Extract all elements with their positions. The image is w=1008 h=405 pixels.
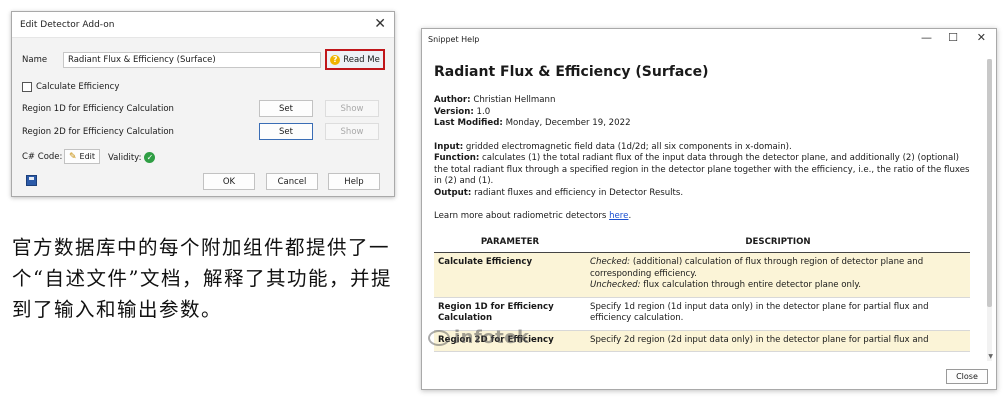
name-row: Name bbox=[22, 55, 47, 65]
calculate-efficiency-label: Calculate Efficiency bbox=[36, 82, 120, 92]
desc-column-header: DESCRIPTION bbox=[586, 232, 970, 253]
read-me-label: Read Me bbox=[343, 54, 380, 65]
param-desc: Checked: (additional) calculation of flu… bbox=[586, 252, 970, 298]
version-line: Version: 1.0 bbox=[434, 107, 974, 119]
version-value: 1.0 bbox=[476, 106, 491, 117]
region-1d-show-button[interactable]: Show bbox=[325, 100, 379, 117]
region-2d-label: Region 2D for Efficiency Calculation bbox=[22, 127, 174, 137]
scroll-down-icon[interactable]: ▼ bbox=[988, 353, 993, 360]
edit-label: Edit bbox=[79, 152, 96, 161]
table-row: Calculate Efficiency Checked: (additiona… bbox=[434, 252, 970, 298]
param-desc: Specify 1d region (1d input data only) i… bbox=[586, 297, 970, 331]
vertical-scrollbar[interactable] bbox=[987, 59, 992, 361]
author-label: Author: bbox=[434, 95, 471, 105]
validity-label: Validity: bbox=[108, 152, 142, 163]
param-name: Region 1D for Efficiency Calculation bbox=[434, 297, 586, 331]
checked-desc: (additional) calculation of flux through… bbox=[590, 257, 924, 279]
modified-line: Last Modified: Monday, December 19, 2022 bbox=[434, 118, 974, 130]
input-line: Input: gridded electromagnetic field dat… bbox=[434, 142, 974, 154]
close-window-icon[interactable]: ✕ bbox=[977, 31, 986, 44]
region-1d-label: Region 1D for Efficiency Calculation bbox=[22, 104, 174, 114]
output-value: radiant fluxes and efficiency in Detecto… bbox=[474, 187, 684, 198]
validity-row: Validity: ✓ bbox=[108, 152, 156, 163]
param-desc: Specify 2d region (2d input data only) i… bbox=[586, 330, 970, 352]
watermark-text: infotek bbox=[454, 327, 530, 348]
save-icon[interactable] bbox=[26, 175, 37, 186]
param-column-header: PARAMETER bbox=[434, 232, 586, 253]
checked-label: Checked: bbox=[590, 257, 631, 267]
check-icon: ✓ bbox=[144, 152, 156, 163]
author-value: Christian Hellmann bbox=[473, 95, 556, 105]
name-label: Name bbox=[22, 55, 48, 65]
region-2d-set-button[interactable]: Set bbox=[259, 123, 313, 140]
region-1d-set-button[interactable]: Set bbox=[259, 100, 313, 117]
input-value: gridded electromagnetic field data (1d/2… bbox=[465, 141, 792, 152]
help-window-title: Snippet Help bbox=[428, 34, 480, 44]
unchecked-desc: flux calculation through entire detector… bbox=[643, 280, 861, 290]
scrollbar-thumb[interactable] bbox=[987, 59, 992, 307]
dialog-title: Edit Detector Add-on bbox=[20, 19, 115, 30]
close-icon[interactable]: ✕ bbox=[374, 16, 386, 32]
learn-more-line: Learn more about radiometric detectors h… bbox=[434, 211, 974, 223]
read-me-button[interactable]: ? Read Me bbox=[325, 49, 385, 70]
learn-more-text: Learn more about radiometric detectors bbox=[434, 211, 607, 221]
region-1d-row: Region 1D for Efficiency Calculation bbox=[22, 104, 174, 114]
region-2d-show-button[interactable]: Show bbox=[325, 123, 379, 140]
csharp-label: C# Code: bbox=[22, 152, 63, 162]
output-line: Output: radiant fluxes and efficiency in… bbox=[434, 188, 974, 200]
chat-bubble-icon bbox=[428, 329, 450, 346]
edit-code-button[interactable]: ✎ Edit bbox=[64, 149, 100, 164]
caption-text: 官方数据库中的每个附加组件都提供了一个“自述文件”文档，解释了其功能，并提到了输… bbox=[12, 236, 392, 321]
help-content: Radiant Flux & Efficiency (Surface) Auth… bbox=[422, 51, 986, 361]
minimize-icon[interactable]: — bbox=[921, 31, 932, 44]
input-label: Input: bbox=[434, 141, 464, 152]
calculate-efficiency-checkbox[interactable] bbox=[22, 82, 32, 92]
watermark: infotek bbox=[428, 327, 529, 348]
close-button[interactable]: Close bbox=[946, 369, 988, 384]
function-line: Function: calculates (1) the total radia… bbox=[434, 153, 974, 188]
csharp-row: C# Code: bbox=[22, 152, 62, 162]
maximize-icon[interactable]: ☐ bbox=[948, 31, 958, 44]
calculate-efficiency-row[interactable]: Calculate Efficiency bbox=[22, 82, 119, 92]
ok-button[interactable]: OK bbox=[203, 173, 255, 190]
version-label: Version: bbox=[434, 106, 474, 117]
output-label: Output: bbox=[434, 187, 472, 198]
edit-detector-dialog: Edit Detector Add-on ✕ Name Radiant Flux… bbox=[11, 11, 395, 197]
table-row: Region 1D for Efficiency Calculation Spe… bbox=[434, 297, 970, 331]
modified-label: Last Modified: bbox=[434, 118, 503, 128]
author-line: Author: Christian Hellmann bbox=[434, 95, 974, 107]
help-button[interactable]: Help bbox=[328, 173, 380, 190]
help-titlebar: Snippet Help — ☐ ✕ bbox=[422, 29, 996, 49]
cancel-button[interactable]: Cancel bbox=[266, 173, 318, 190]
learn-more-link[interactable]: here bbox=[609, 211, 628, 221]
function-label: Function: bbox=[434, 153, 480, 163]
function-value: calculates (1) the total radiant flux of… bbox=[434, 153, 970, 186]
param-name: Calculate Efficiency bbox=[434, 252, 586, 298]
help-icon: ? bbox=[330, 54, 341, 65]
learn-more-end: . bbox=[628, 211, 632, 221]
unchecked-label: Unchecked: bbox=[590, 280, 641, 290]
dialog-titlebar: Edit Detector Add-on ✕ bbox=[12, 12, 394, 38]
name-input[interactable]: Radiant Flux & Efficiency (Surface) bbox=[63, 52, 321, 68]
help-heading: Radiant Flux & Efficiency (Surface) bbox=[434, 64, 709, 80]
modified-value: Monday, December 19, 2022 bbox=[505, 118, 631, 128]
pencil-icon: ✎ bbox=[68, 151, 77, 162]
region-2d-row: Region 2D for Efficiency Calculation bbox=[22, 127, 174, 137]
